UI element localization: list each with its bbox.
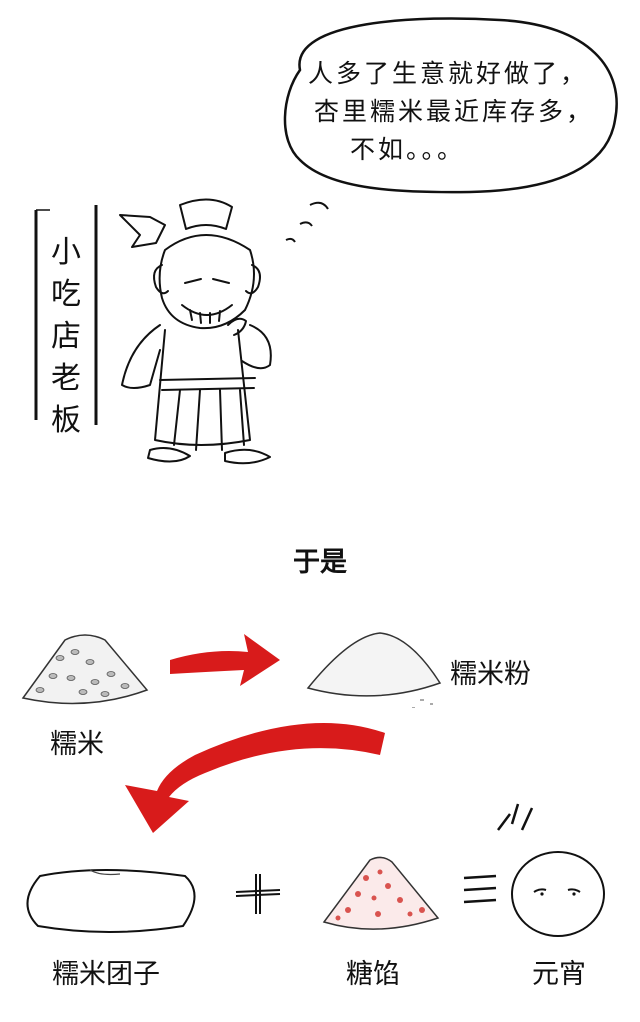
rice-dough [26, 869, 196, 933]
red-arrow-curved [125, 722, 385, 833]
side-label-char: 小 [51, 235, 81, 270]
sugar-filling-pile [322, 856, 440, 930]
side-label-char: 吃 [51, 277, 81, 312]
speech-line-2: 杏里糯米最近库存多， [314, 97, 595, 126]
speech-line-3: 不如。。。 [350, 135, 466, 164]
speech-line-1: 人多了生意就好做了， [308, 59, 589, 88]
flour-label: 糯米粉 [450, 659, 531, 690]
glutinous-rice-pile [21, 634, 149, 705]
side-label-char: 店 [51, 319, 81, 354]
filling-label: 糖馅 [346, 959, 400, 990]
rice-label: 糯米 [50, 729, 104, 760]
side-label: 小 吃 店 老 板 [46, 232, 86, 442]
red-arrow-right [170, 634, 280, 686]
speech-bubble-text: 人多了生意就好做了， 杏里糯米最近库存多， 不如。。。 [300, 55, 600, 169]
side-label-char: 板 [51, 403, 81, 438]
dough-label: 糯米团子 [52, 959, 160, 990]
result-label: 元宵 [532, 959, 586, 990]
transition-text: 于是 [293, 547, 347, 578]
glutinous-flour-mound [306, 632, 442, 708]
shopkeeper-illustration [119, 198, 272, 465]
yuanxiao-ball [497, 803, 605, 937]
plus-sign [235, 874, 281, 914]
side-label-char: 老 [51, 361, 81, 396]
